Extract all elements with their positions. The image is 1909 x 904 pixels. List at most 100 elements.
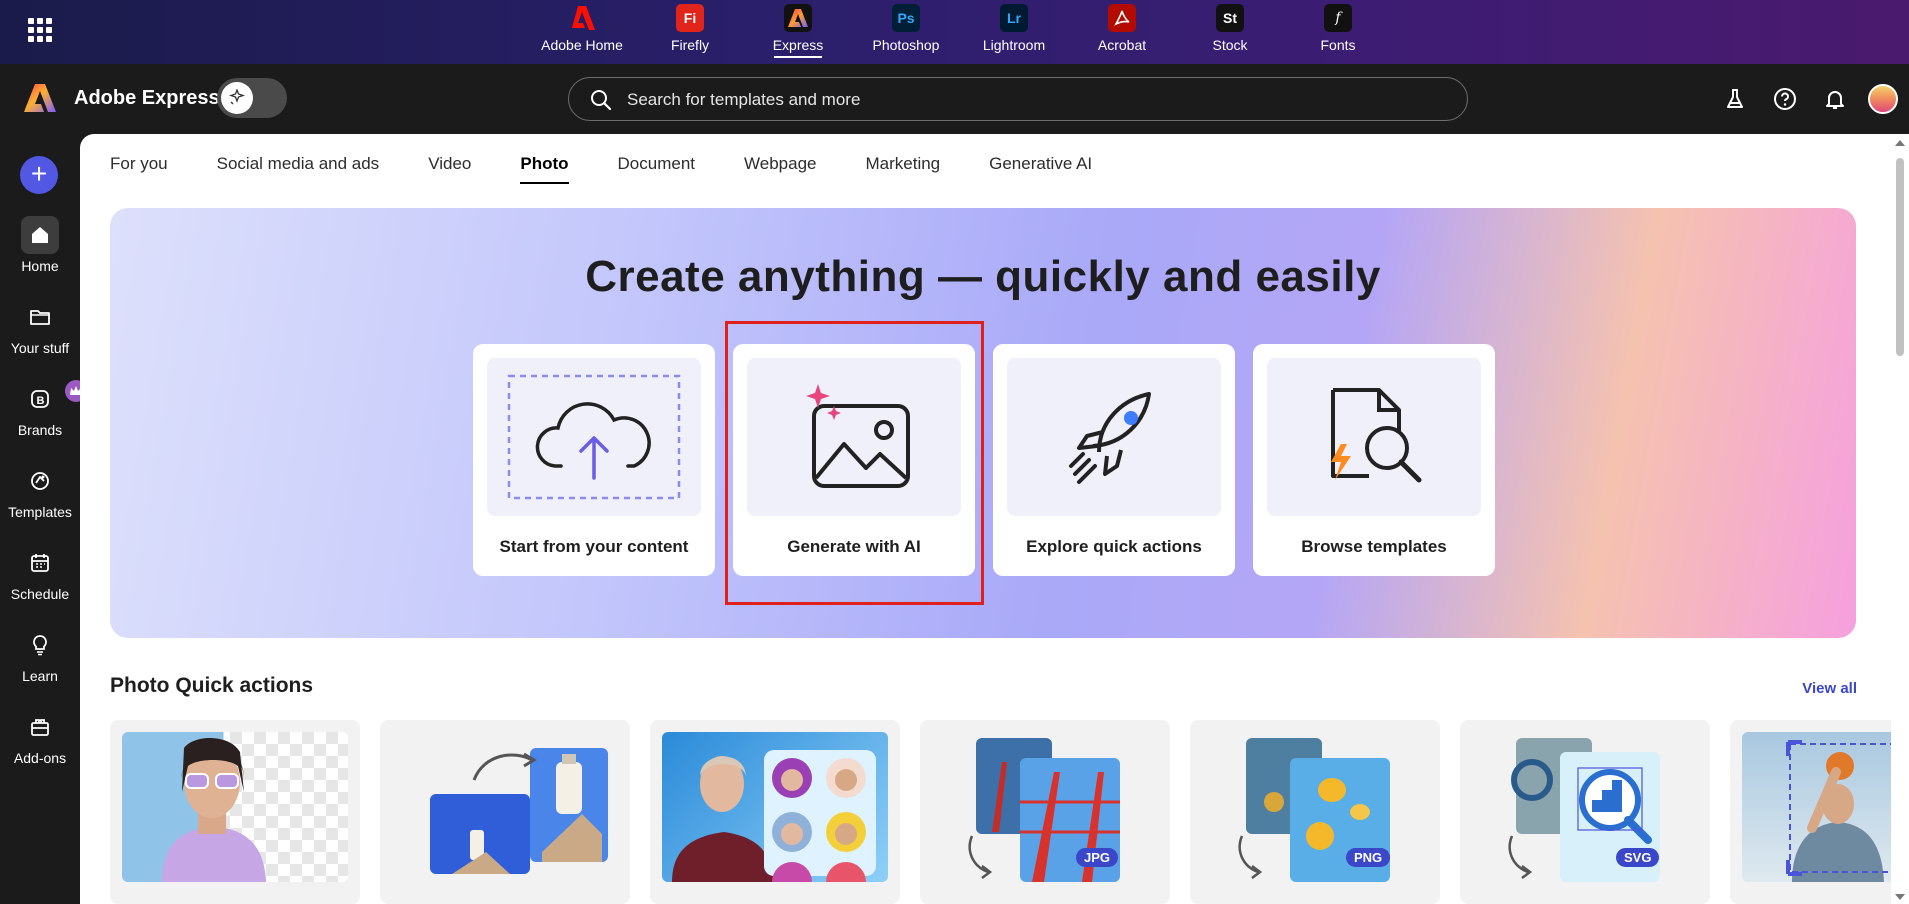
rail-item-label: Your stuff — [10, 340, 70, 356]
tab-generative-ai[interactable]: Generative AI — [989, 154, 1092, 184]
labs-flask-icon[interactable] — [1720, 84, 1750, 114]
create-new-button[interactable]: + — [20, 156, 58, 194]
tab-marketing[interactable]: Marketing — [865, 154, 940, 184]
app-switcher-bar: Adobe Home Fi Firefly Express Ps Photosh… — [0, 0, 1909, 64]
rail-item-label: Brands — [17, 422, 63, 438]
svg-text:B: B — [37, 395, 45, 407]
rail-item-brands[interactable]: B Brands — [0, 380, 87, 438]
app-express[interactable]: Express — [744, 0, 852, 64]
brand-name[interactable]: Adobe Express — [74, 87, 220, 110]
search-bar[interactable] — [568, 77, 1468, 121]
scroll-down-arrow-icon[interactable] — [1895, 894, 1905, 900]
express-icon — [784, 4, 812, 32]
card-label: Start from your content — [499, 537, 689, 556]
rail-item-schedule[interactable]: Schedule — [0, 544, 80, 602]
main-content: For you Social media and ads Video Photo… — [80, 134, 1909, 904]
rail-item-label: Learn — [22, 668, 58, 684]
card-explore-quick-actions[interactable]: Explore quick actions — [993, 344, 1235, 576]
rail-item-add-ons[interactable]: Add-ons — [0, 708, 80, 766]
app-acrobat[interactable]: Acrobat — [1068, 0, 1176, 64]
tab-webpage[interactable]: Webpage — [744, 154, 816, 184]
svg-badge: SVG — [1616, 848, 1660, 867]
convert-jpg-thumbnail: JPG — [932, 732, 1158, 882]
app-label: Express — [772, 37, 824, 53]
photoshop-icon: Ps — [892, 4, 920, 32]
rail-item-templates[interactable]: Templates — [0, 462, 80, 520]
tab-for-you[interactable]: For you — [110, 154, 168, 184]
view-all-link[interactable]: View all — [1802, 680, 1857, 697]
folder-icon — [21, 298, 59, 336]
rail-item-home[interactable]: Home — [0, 216, 80, 274]
scrollbar-thumb[interactable] — [1896, 158, 1904, 356]
card-generate-with-ai[interactable]: Generate with AI — [733, 344, 975, 576]
quick-action-remove-background[interactable] — [110, 720, 360, 904]
jpg-badge: JPG — [1076, 848, 1119, 867]
convert-png-thumbnail: PNG — [1202, 732, 1428, 882]
quick-action-crop-image[interactable] — [1730, 720, 1909, 904]
app-label: Adobe Home — [541, 37, 623, 53]
app-lightroom[interactable]: Lr Lightroom — [960, 0, 1068, 64]
templates-icon — [21, 462, 59, 500]
ai-image-sparkle-icon — [747, 358, 961, 516]
help-icon[interactable] — [1770, 84, 1800, 114]
user-avatar[interactable] — [1868, 84, 1898, 114]
addons-icon — [21, 708, 59, 746]
rocket-icon — [1007, 358, 1221, 516]
section-title: Photo Quick actions — [110, 674, 314, 697]
left-rail: + Home Your stuff B Brands Templates Sch… — [0, 134, 87, 904]
calendar-icon — [21, 544, 59, 582]
scroll-up-arrow-icon[interactable] — [1895, 140, 1905, 146]
quick-action-convert-to-svg[interactable]: SVG — [1460, 720, 1710, 904]
express-header: Adobe Express — [0, 64, 1909, 134]
notifications-bell-icon[interactable] — [1820, 84, 1850, 114]
template-search-icon — [1267, 358, 1481, 516]
brands-icon: B — [21, 380, 87, 418]
tab-photo[interactable]: Photo — [520, 154, 569, 184]
search-input[interactable] — [627, 88, 1447, 112]
rail-item-label: Home — [21, 258, 59, 274]
tab-video[interactable]: Video — [428, 154, 471, 184]
crop-image-thumbnail — [1742, 732, 1909, 882]
tab-document[interactable]: Document — [618, 154, 695, 184]
app-stock[interactable]: St Stock — [1176, 0, 1284, 64]
rail-item-label: Templates — [8, 504, 72, 520]
card-browse-templates[interactable]: Browse templates — [1253, 344, 1495, 576]
app-label: Firefly — [670, 37, 710, 53]
app-label: Lightroom — [982, 37, 1046, 53]
app-grid-icon[interactable] — [28, 18, 52, 42]
card-start-from-your-content[interactable]: Start from your content — [473, 344, 715, 576]
app-label: Stock — [1212, 37, 1248, 53]
rail-item-label: Add-ons — [13, 750, 67, 766]
page-scrollbar[interactable] — [1891, 134, 1909, 904]
upload-cloud-icon — [487, 358, 701, 516]
rail-item-label: Schedule — [10, 586, 70, 602]
rail-item-your-stuff[interactable]: Your stuff — [0, 298, 80, 356]
quick-action-convert-to-png[interactable]: PNG — [1190, 720, 1440, 904]
app-adobe-home[interactable]: Adobe Home — [528, 0, 636, 64]
theme-toggle[interactable] — [217, 78, 287, 118]
app-firefly[interactable]: Fi Firefly — [636, 0, 744, 64]
card-label: Explore quick actions — [1026, 537, 1202, 556]
quick-action-convert-to-jpg[interactable]: JPG — [920, 720, 1170, 904]
png-badge: PNG — [1346, 848, 1391, 867]
app-photoshop[interactable]: Ps Photoshop — [852, 0, 960, 64]
adobe-express-logo-icon[interactable] — [24, 82, 56, 114]
tab-social-media-and-ads[interactable]: Social media and ads — [217, 154, 380, 184]
fonts-icon: f — [1324, 4, 1352, 32]
convert-svg-thumbnail: SVG — [1472, 732, 1698, 882]
remove-background-thumbnail — [122, 732, 348, 882]
rail-item-learn[interactable]: Learn — [0, 626, 80, 684]
firefly-icon: Fi — [676, 4, 704, 32]
app-fonts[interactable]: f Fonts — [1284, 0, 1392, 64]
adobe-home-icon — [568, 4, 596, 32]
card-label: Browse templates — [1301, 537, 1447, 556]
lightroom-icon: Lr — [1000, 4, 1028, 32]
app-label: Acrobat — [1097, 37, 1147, 53]
app-label: Fonts — [1320, 37, 1356, 53]
headshots-thumbnail — [662, 732, 888, 882]
search-icon — [589, 88, 613, 117]
resize-image-thumbnail — [392, 732, 618, 882]
quick-action-generate-headshots[interactable] — [650, 720, 900, 904]
quick-action-resize-image[interactable] — [380, 720, 630, 904]
card-label: Generate with AI — [787, 537, 921, 556]
